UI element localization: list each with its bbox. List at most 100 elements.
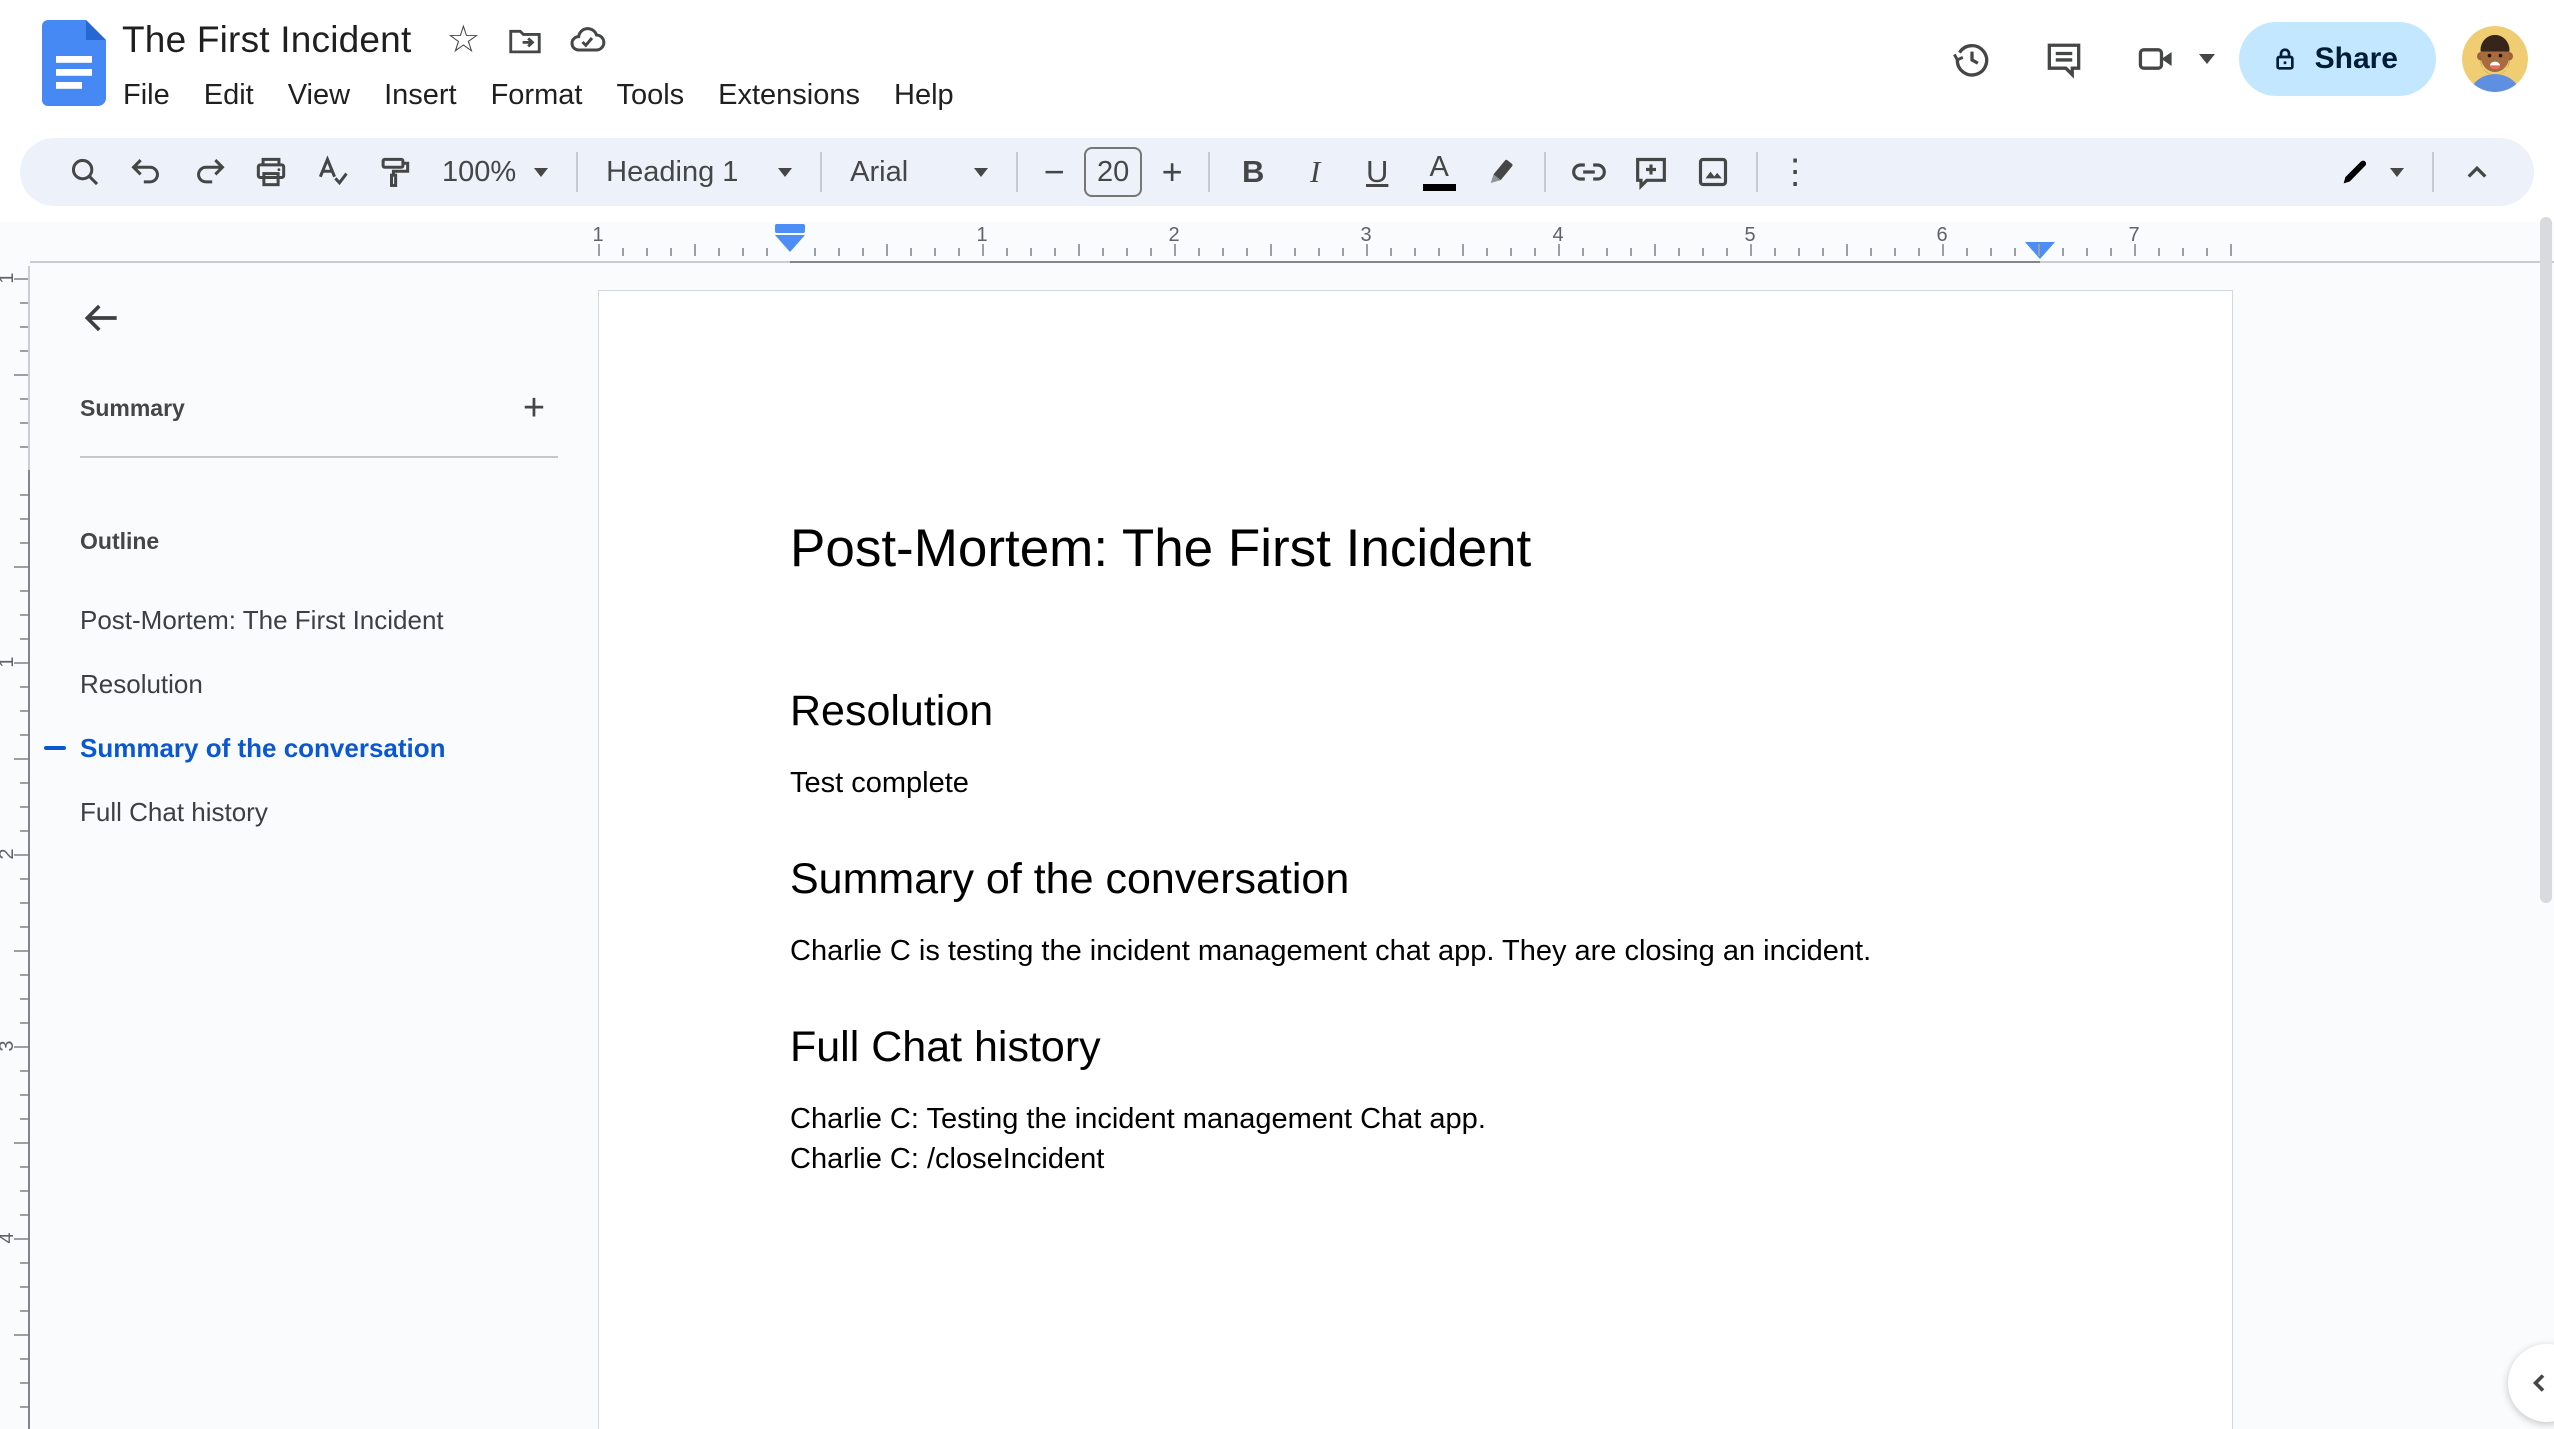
- font-value: Arial: [850, 155, 909, 188]
- italic-button[interactable]: I: [1284, 144, 1346, 200]
- star-icon[interactable]: ☆: [437, 14, 489, 66]
- account-avatar[interactable]: [2462, 26, 2528, 92]
- summary-row: Summary +: [80, 384, 558, 432]
- docs-logo-icon[interactable]: [42, 20, 106, 106]
- toolbar-divider: [576, 152, 579, 192]
- doc-heading-2[interactable]: Resolution: [790, 685, 2042, 737]
- version-history-icon[interactable]: [1933, 20, 2011, 98]
- doc-heading-2[interactable]: Full Chat history: [790, 1021, 2042, 1073]
- outline-item[interactable]: Post-Mortem: The First Incident: [30, 588, 590, 652]
- ruler-tick: [1654, 244, 1656, 256]
- menu-tools[interactable]: Tools: [599, 72, 701, 119]
- video-call-icon[interactable]: [2117, 20, 2195, 98]
- first-line-indent-marker[interactable]: [775, 224, 805, 233]
- toolbar-divider: [820, 152, 823, 192]
- ruler-tick: [718, 248, 720, 256]
- ruler-tick: [1102, 248, 1104, 256]
- zoom-value: 100%: [442, 155, 517, 188]
- outline-item[interactable]: Full Chat history: [30, 780, 590, 844]
- ruler-line-margin-left: [30, 261, 790, 263]
- bold-button[interactable]: B: [1222, 144, 1284, 200]
- meet-dropdown-caret-icon[interactable]: [2198, 54, 2215, 64]
- menu-help[interactable]: Help: [877, 72, 971, 119]
- doc-paragraph[interactable]: Test complete: [790, 763, 2042, 803]
- doc-paragraph[interactable]: Charlie C: Testing the incident manageme…: [790, 1099, 2042, 1179]
- vertical-scrollbar[interactable]: [2540, 217, 2552, 903]
- comments-icon[interactable]: [2025, 20, 2103, 98]
- menu-edit[interactable]: Edit: [187, 72, 271, 119]
- ruler-tick: [1150, 248, 1152, 256]
- decrease-font-size-button[interactable]: −: [1030, 144, 1078, 200]
- show-side-panel-button[interactable]: [2508, 1344, 2554, 1422]
- right-indent-marker[interactable]: [2025, 242, 2055, 259]
- undo-icon[interactable]: [116, 144, 178, 200]
- ruler-tick: [838, 248, 840, 256]
- increase-font-size-button[interactable]: +: [1148, 144, 1196, 200]
- outline-list: Post-Mortem: The First Incident Resolutio…: [30, 588, 590, 844]
- ruler-tick: [1918, 248, 1920, 256]
- ruler-tick: [2158, 248, 2160, 256]
- add-summary-button[interactable]: +: [510, 384, 558, 432]
- font-size-input[interactable]: 20: [1084, 147, 1143, 197]
- right-indent-triangle[interactable]: [2025, 242, 2055, 259]
- ruler-tick: [1966, 248, 1968, 256]
- meet-controls[interactable]: [2117, 20, 2215, 98]
- add-comment-icon[interactable]: [1620, 144, 1682, 200]
- doc-content[interactable]: Post-Mortem: The First Incident Resoluti…: [790, 291, 2042, 1229]
- share-button[interactable]: Share: [2238, 22, 2436, 96]
- outline-item-label: Resolution: [80, 668, 203, 699]
- share-button-label: Share: [2314, 42, 2398, 75]
- ruler-tick: [886, 244, 888, 256]
- pencil-icon: [2343, 160, 2367, 184]
- ruler-tick: [670, 248, 672, 256]
- styles-value: Heading 1: [606, 155, 739, 188]
- menu-view[interactable]: View: [271, 72, 367, 119]
- doc-heading-2[interactable]: Summary of the conversation: [790, 853, 2042, 905]
- spellcheck-icon[interactable]: [302, 144, 364, 200]
- left-indent-marker[interactable]: [775, 224, 805, 252]
- paint-format-icon[interactable]: [364, 144, 426, 200]
- left-indent-triangle[interactable]: [775, 235, 805, 252]
- insert-link-icon[interactable]: [1558, 144, 1620, 200]
- styles-select[interactable]: Heading 1: [590, 144, 808, 200]
- document-page[interactable]: Post-Mortem: The First Incident Resoluti…: [598, 290, 2233, 1429]
- document-title[interactable]: The First Incident: [122, 19, 411, 61]
- ruler-tick: [2038, 244, 2040, 256]
- ruler-tick: [1486, 248, 1488, 256]
- menu-format[interactable]: Format: [474, 72, 600, 119]
- search-menus-icon[interactable]: [54, 144, 116, 200]
- underline-button[interactable]: U: [1346, 144, 1408, 200]
- ruler-tick: [1342, 248, 1344, 256]
- ruler-tick: [2062, 248, 2064, 256]
- ruler-tick: [2014, 248, 2016, 256]
- hide-menus-button[interactable]: [2446, 144, 2508, 200]
- redo-icon[interactable]: [178, 144, 240, 200]
- editing-mode-select[interactable]: [2322, 144, 2420, 200]
- menu-extensions[interactable]: Extensions: [701, 72, 877, 119]
- menu-file[interactable]: File: [106, 72, 187, 119]
- ruler-line-content: [790, 261, 2040, 263]
- close-outline-back-icon[interactable]: [74, 290, 130, 346]
- ruler-tick: [1678, 248, 1680, 256]
- zoom-select[interactable]: 100%: [426, 144, 564, 200]
- doc-heading-1[interactable]: Post-Mortem: The First Incident: [790, 517, 2042, 581]
- ruler-tick: [1870, 248, 1872, 256]
- outline-panel: Summary + Outline Post-Mortem: The First…: [0, 266, 600, 1429]
- title-block: The First Incident ☆ File Edit View Inse…: [122, 14, 971, 119]
- ruler-number: 3: [1360, 224, 1372, 246]
- horizontal-ruler[interactable]: 1 1 2 3 4 5 6 7: [0, 222, 2554, 266]
- doc-paragraph[interactable]: Charlie C is testing the incident manage…: [790, 931, 2042, 971]
- outline-item[interactable]: Resolution: [30, 652, 590, 716]
- print-icon[interactable]: [240, 144, 302, 200]
- more-options-button[interactable]: ⋮: [1770, 144, 1820, 200]
- highlight-color-icon[interactable]: [1470, 144, 1532, 200]
- insert-image-icon[interactable]: [1682, 144, 1744, 200]
- font-select[interactable]: Arial: [834, 144, 1004, 200]
- move-folder-icon[interactable]: [499, 14, 551, 66]
- menu-insert[interactable]: Insert: [367, 72, 474, 119]
- text-color-button[interactable]: A: [1408, 144, 1470, 200]
- doc-paragraph-line: Charlie C: Testing the incident manageme…: [790, 1103, 1486, 1135]
- ruler-tick: [694, 244, 696, 256]
- cloud-saved-icon[interactable]: [561, 14, 613, 66]
- outline-item[interactable]: Summary of the conversation: [30, 716, 590, 780]
